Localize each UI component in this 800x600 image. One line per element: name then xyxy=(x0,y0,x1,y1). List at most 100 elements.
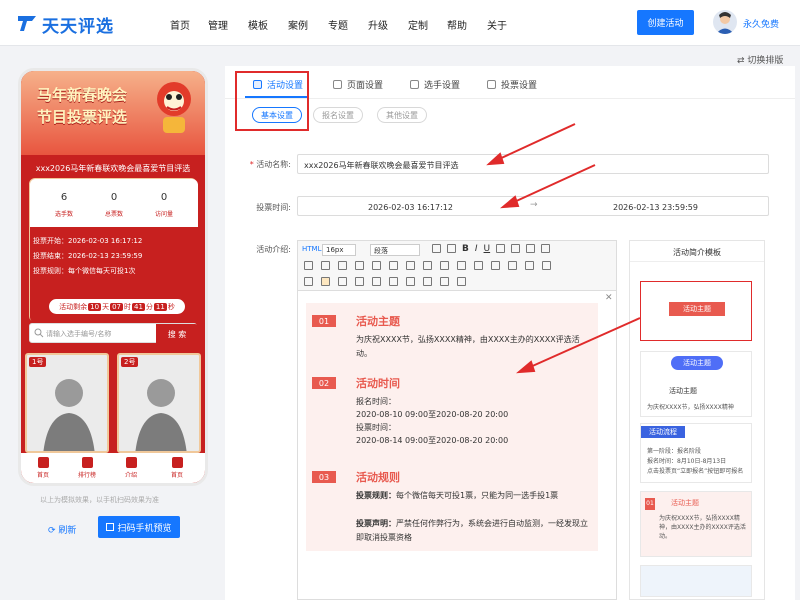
phone-tab-home2[interactable]: 首页 xyxy=(159,457,195,479)
top-navbar: 天天评选 首页 管理 模板 案例 专题 升级 定制 帮助 关于 创建活动 永久免… xyxy=(0,0,800,46)
user-name[interactable]: 永久免费 xyxy=(743,17,779,30)
vote-icon xyxy=(487,80,496,89)
phone-tab-intro[interactable]: 介绍 xyxy=(113,457,149,479)
editor-body[interactable]: ✕ 01 活动主题 为庆祝XXXX节，弘扬XXXX精神，由XXXX主办的XXXX… xyxy=(298,293,616,599)
nav-item-templates[interactable]: 模板 xyxy=(248,17,268,32)
player-card-number: 2号 xyxy=(121,357,139,367)
template-card[interactable]: 活动主题 xyxy=(640,281,752,341)
subscript-icon[interactable] xyxy=(526,244,536,253)
image-icon[interactable] xyxy=(474,261,483,270)
align-left-icon[interactable] xyxy=(304,277,313,286)
html-icon[interactable]: HTML xyxy=(302,245,321,253)
list-bullet-icon[interactable] xyxy=(423,261,432,270)
rule-key: 投票声明： xyxy=(356,519,396,528)
tab-player-settings[interactable]: 选手设置 xyxy=(410,78,460,91)
close-icon[interactable]: ✕ xyxy=(605,293,613,303)
name-label-text: 活动名称: xyxy=(256,160,291,169)
code-icon[interactable] xyxy=(355,261,364,270)
vote-time-start[interactable]: 2026-02-03 16:17:12 xyxy=(368,203,453,212)
section-number: 03 xyxy=(312,471,336,483)
font-color-icon[interactable] xyxy=(496,244,506,253)
nav-item-topics[interactable]: 专题 xyxy=(328,17,348,32)
section-title: 活动主题 xyxy=(356,315,400,328)
intro-content[interactable]: 01 活动主题 为庆祝XXXX节，弘扬XXXX精神，由XXXX主办的XXXX评选… xyxy=(306,303,598,551)
nav-item-help[interactable]: 帮助 xyxy=(447,17,467,32)
template-card-title: 活动流程 xyxy=(641,426,685,438)
line-height-icon[interactable] xyxy=(440,261,449,270)
map-icon[interactable] xyxy=(423,277,432,286)
emoji-icon[interactable] xyxy=(542,261,551,270)
template-card-subtitle: 活动主题 xyxy=(669,387,697,395)
format-brush-icon[interactable] xyxy=(304,261,313,270)
template-card[interactable] xyxy=(640,565,752,597)
home-icon xyxy=(171,457,183,468)
attachment-icon[interactable] xyxy=(440,277,449,286)
underline-icon[interactable]: U xyxy=(484,244,491,256)
template-card[interactable]: 活动主题 活动主题 为庆祝XXXX节，弘扬XXXX精神 xyxy=(640,351,752,417)
paragraph-select[interactable]: 段落 xyxy=(370,244,420,256)
phone-search-input[interactable]: 请输入选手编号/名称 xyxy=(46,329,111,339)
nav-item-home[interactable]: 首页 xyxy=(170,17,190,32)
phone-tab-intro-label: 介绍 xyxy=(124,472,137,479)
section-text: 2020-08-14 09:00至2020-08-20 20:00 xyxy=(356,436,509,445)
vote-time-range[interactable]: 2026-02-03 16:17:12 → 2026-02-13 23:59:5… xyxy=(297,196,769,216)
bold-icon[interactable]: B xyxy=(462,244,469,256)
outdent-icon[interactable] xyxy=(389,277,398,286)
phone-subtitle: xxx2026马年新春联欢晚会最喜爱节目评选 xyxy=(35,164,191,173)
switch-layout-link[interactable]: ⇄ 切换排版 xyxy=(737,53,783,66)
superscript-icon[interactable] xyxy=(511,244,521,253)
tab-vote-settings[interactable]: 投票设置 xyxy=(487,78,537,91)
player-photo-icon xyxy=(135,379,187,451)
table-icon[interactable] xyxy=(457,261,466,270)
list-ordered-icon[interactable] xyxy=(406,261,415,270)
activity-name-input[interactable]: xxx2026马年新春联欢晚会最喜爱节目评选 xyxy=(297,154,769,174)
phone-tab-rank-label: 排行榜 xyxy=(77,472,96,479)
phone-tab-rank[interactable]: 排行榜 xyxy=(69,457,105,479)
nav-item-about[interactable]: 关于 xyxy=(487,17,507,32)
bg-color-icon[interactable] xyxy=(389,261,398,270)
template-card[interactable]: 活动流程 第一阶段：报名阶段 报名时间：8月10日-8月13日 点击投票页“立即… xyxy=(640,423,752,483)
undo-icon[interactable] xyxy=(432,244,441,253)
scan-preview-button[interactable]: 扫码手机预览 xyxy=(98,516,180,538)
nav-item-cases[interactable]: 案例 xyxy=(288,17,308,32)
italic-icon[interactable]: I xyxy=(475,244,478,256)
fullscreen-icon[interactable] xyxy=(457,277,466,286)
quote-icon[interactable] xyxy=(321,261,330,270)
subtab-registration[interactable]: 报名设置 xyxy=(313,107,363,123)
lion-dance-icon xyxy=(157,82,191,133)
brand-name[interactable]: 天天评选 xyxy=(42,12,114,37)
create-activity-button[interactable]: 创建活动 xyxy=(637,10,694,35)
refresh-button[interactable]: ⟳ 刷新 xyxy=(48,523,76,536)
align-right-icon[interactable] xyxy=(338,277,347,286)
align-center-icon[interactable] xyxy=(321,277,330,286)
font-size-select[interactable]: 16px xyxy=(322,244,356,256)
phone-search-button[interactable]: 搜 索 xyxy=(156,324,198,344)
avatar[interactable] xyxy=(713,10,737,34)
redo-icon[interactable] xyxy=(447,244,456,253)
hr-icon[interactable] xyxy=(406,277,415,286)
video-icon[interactable] xyxy=(491,261,500,270)
text-color-icon[interactable] xyxy=(372,261,381,270)
strike-icon[interactable] xyxy=(338,261,347,270)
editor-toolbar: HTML 16px 段落 BIU xyxy=(298,241,616,291)
anchor-icon[interactable] xyxy=(525,261,534,270)
rich-text-editor: HTML 16px 段落 BIU ✕ 01 活动主题 为庆祝XXXX节，弘扬XX… xyxy=(297,240,617,600)
eraser-icon[interactable] xyxy=(541,244,551,253)
player-card[interactable]: 1号 xyxy=(25,353,109,453)
indent-icon[interactable] xyxy=(372,277,381,286)
subtab-other[interactable]: 其他设置 xyxy=(377,107,427,123)
nav-item-custom[interactable]: 定制 xyxy=(408,17,428,32)
stat-label-players: 选手数 xyxy=(54,211,73,218)
nav-item-manage[interactable]: 管理 xyxy=(208,17,228,32)
align-justify-icon[interactable] xyxy=(355,277,364,286)
section-title: 活动时间 xyxy=(356,377,400,390)
nav-item-upgrade[interactable]: 升级 xyxy=(368,17,388,32)
link-icon[interactable] xyxy=(508,261,517,270)
phone-tab-home[interactable]: 首页 xyxy=(25,457,61,479)
vote-time-end[interactable]: 2026-02-13 23:59:59 xyxy=(613,203,698,212)
player-card[interactable]: 2号 xyxy=(117,353,201,453)
phone-banner: 马年新春晚会 节目投票评选 xyxy=(21,71,205,155)
template-card[interactable]: 01 活动主题 为庆祝XXXX节，弘扬XXXX精神，由XXXX主办的XXXX评选… xyxy=(640,491,752,557)
template-card-text: 点击投票页“立即报名”按钮即可报名 xyxy=(647,468,744,475)
tab-page-settings[interactable]: 页面设置 xyxy=(333,78,383,91)
